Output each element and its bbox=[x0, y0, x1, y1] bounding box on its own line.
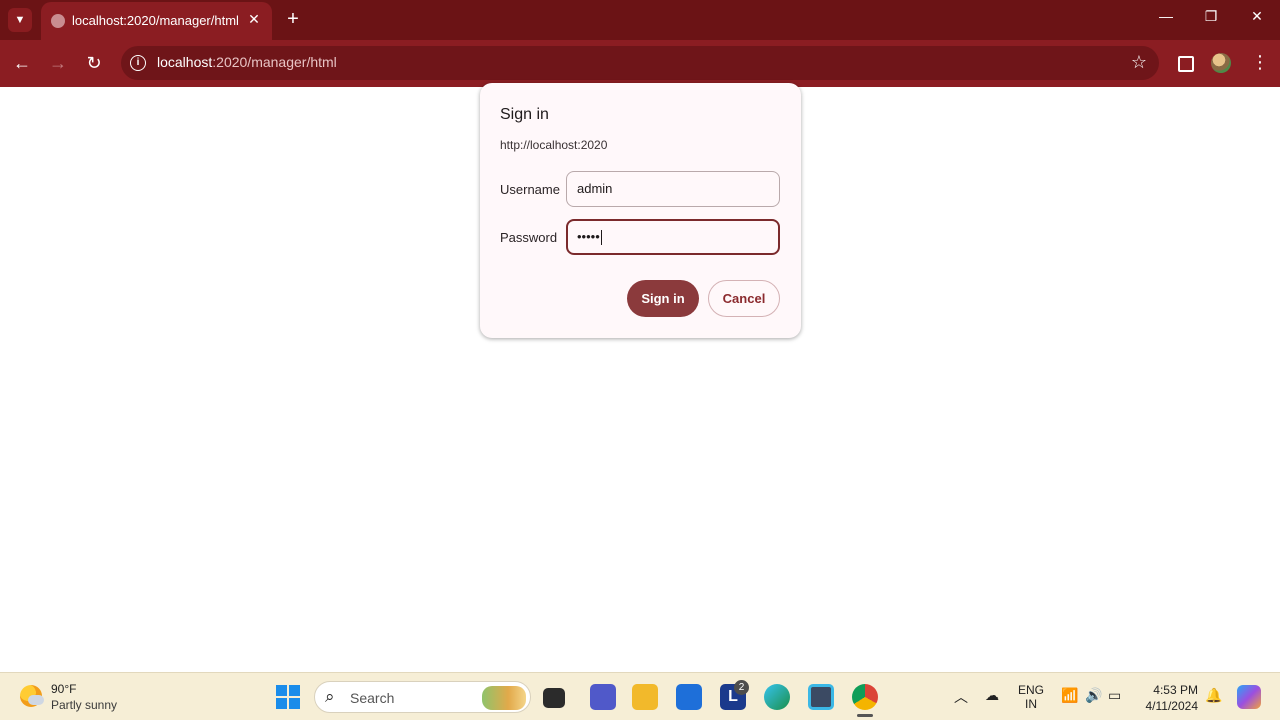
chevron-up-icon[interactable]: ︿ bbox=[954, 687, 968, 707]
username-label: Username bbox=[500, 182, 560, 197]
password-label: Password bbox=[500, 230, 558, 245]
sign-in-dialog: Sign in http://localhost:2020 Username a… bbox=[480, 83, 801, 338]
store-icon[interactable] bbox=[676, 684, 702, 710]
search-highlight-icon bbox=[482, 686, 526, 710]
wifi-icon[interactable]: 📶 bbox=[1061, 687, 1078, 704]
notification-bell-icon[interactable]: 🔔 bbox=[1205, 687, 1222, 704]
window-close-icon[interactable]: ✕ bbox=[1245, 8, 1269, 25]
volume-icon[interactable]: 🔊 bbox=[1085, 687, 1102, 704]
battery-icon[interactable]: ▭ bbox=[1108, 687, 1121, 704]
active-app-indicator bbox=[857, 714, 873, 717]
restore-icon[interactable]: ❐ bbox=[1199, 8, 1223, 25]
new-tab-plus-icon[interactable]: + bbox=[283, 8, 303, 30]
system-clock[interactable]: 4:53 PM 4/11/2024 bbox=[1138, 682, 1199, 714]
search-icon: ⌕ bbox=[325, 687, 335, 706]
dialog-title: Sign in bbox=[500, 106, 549, 123]
teams-icon[interactable] bbox=[590, 684, 616, 710]
more-menu-icon[interactable]: ⋮ bbox=[1251, 51, 1269, 73]
forward-arrow-icon[interactable]: → bbox=[46, 52, 70, 74]
bookmark-star-icon[interactable]: ☆ bbox=[1131, 52, 1147, 73]
clock-date: 4/11/2024 bbox=[1145, 699, 1199, 713]
taskbar: 90°F Partly sunny ⌕ Search L 2 ︿ ☁ ENG I… bbox=[0, 672, 1280, 720]
file-explorer-icon[interactable] bbox=[632, 684, 658, 710]
region-code: IN bbox=[1025, 697, 1037, 711]
reload-icon[interactable]: ↻ bbox=[82, 52, 106, 74]
copilot-icon[interactable] bbox=[1237, 685, 1261, 709]
notification-badge: 2 bbox=[734, 680, 749, 695]
search-placeholder: Search bbox=[350, 690, 395, 706]
globe-icon bbox=[51, 14, 65, 28]
username-value: admin bbox=[577, 181, 613, 196]
url-text[interactable]: localhost:2020/manager/html bbox=[157, 54, 337, 70]
address-bar[interactable]: i localhost:2020/manager/html ☆ bbox=[121, 46, 1159, 80]
dialog-origin: http://localhost:2020 bbox=[500, 138, 608, 152]
onedrive-cloud-icon[interactable]: ☁ bbox=[985, 687, 999, 704]
text-caret bbox=[600, 230, 602, 246]
password-field[interactable]: ••••• bbox=[566, 219, 780, 255]
password-mask: ••••• bbox=[577, 229, 600, 244]
cancel-button[interactable]: Cancel bbox=[708, 280, 780, 317]
site-info-icon[interactable]: i bbox=[130, 55, 146, 71]
lang-code: ENG bbox=[1018, 683, 1045, 697]
minimize-icon[interactable]: — bbox=[1154, 8, 1178, 24]
weather-description[interactable]: Partly sunny bbox=[51, 698, 117, 712]
windows-start-icon[interactable] bbox=[276, 685, 300, 709]
back-arrow-icon[interactable]: ← bbox=[10, 52, 34, 74]
tab-strip: ▼ localhost:2020/manager/html ✕ + — ❐ ✕ bbox=[0, 0, 1280, 40]
profile-avatar[interactable] bbox=[1211, 53, 1231, 73]
sign-in-button[interactable]: Sign in bbox=[627, 280, 699, 317]
username-field[interactable]: admin bbox=[566, 171, 780, 207]
chrome-icon[interactable] bbox=[852, 684, 878, 710]
weather-temperature[interactable]: 90°F bbox=[51, 682, 76, 696]
weather-cloud-icon bbox=[28, 695, 44, 705]
browser-toolbar: ← → ↻ i localhost:2020/manager/html ☆ bbox=[0, 40, 1280, 87]
task-view-icon[interactable] bbox=[543, 688, 565, 708]
clock-time: 4:53 PM bbox=[1153, 683, 1198, 697]
close-tab-icon[interactable]: ✕ bbox=[245, 10, 263, 28]
tab-search-chevron-icon[interactable]: ▼ bbox=[8, 8, 32, 32]
cortana-app-icon[interactable] bbox=[808, 684, 834, 710]
input-language[interactable]: ENG IN bbox=[1018, 683, 1044, 711]
tab-title: localhost:2020/manager/html bbox=[72, 13, 239, 28]
side-panel-icon[interactable] bbox=[1178, 56, 1194, 72]
edge-icon[interactable] bbox=[764, 684, 790, 710]
taskbar-search[interactable]: ⌕ Search bbox=[314, 681, 531, 713]
active-tab[interactable]: localhost:2020/manager/html ✕ bbox=[41, 2, 272, 40]
